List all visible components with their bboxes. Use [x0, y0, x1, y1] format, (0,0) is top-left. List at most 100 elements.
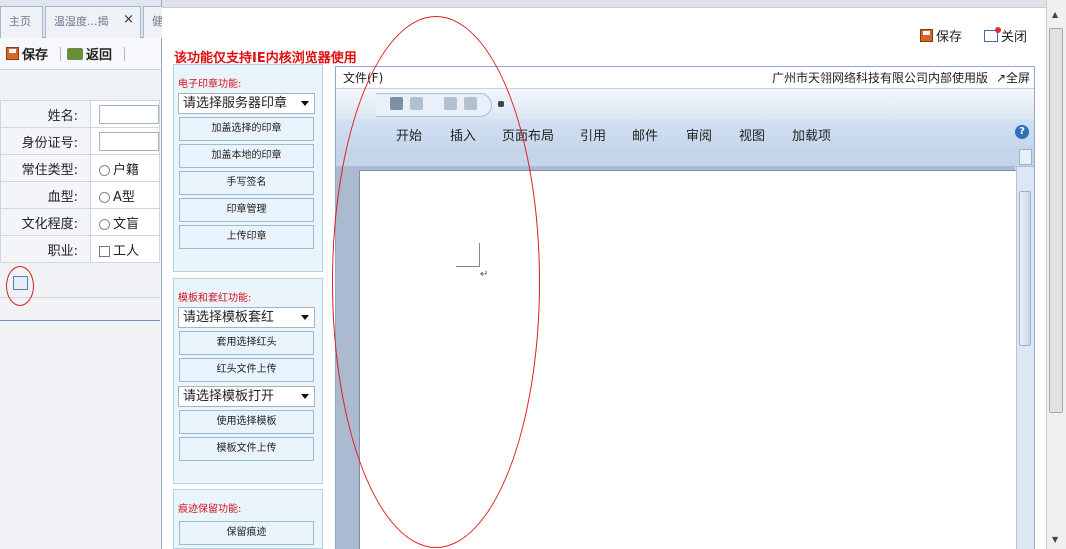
- save-label: 保存: [22, 48, 49, 63]
- seal-select[interactable]: 请选择服务器印章: [178, 93, 315, 114]
- dialog-close-label: 关闭: [1001, 30, 1028, 45]
- blood-label: 血型:: [0, 181, 91, 209]
- form-header-row: [0, 78, 160, 100]
- form-row-residence: 常住类型: 户籍: [0, 154, 160, 182]
- blood-value: A型: [90, 181, 160, 209]
- back-button[interactable]: 返回: [67, 44, 112, 63]
- help-icon[interactable]: ?: [1015, 125, 1029, 139]
- residence-value: 户籍: [90, 154, 160, 182]
- upload-redhead-button[interactable]: 红头文件上传: [179, 358, 314, 382]
- page-scroll-thumb[interactable]: [1049, 28, 1063, 413]
- background-page: 主页 温湿度...揭 × 健 保存 返回 姓名: 身份证号: 常住类型: 户籍 血…: [0, 0, 173, 549]
- word-editor: 文件(F) 广州市天翎网络科技有限公司内部使用版 ↗全屏 开始 插入 页面布局 …: [335, 66, 1035, 549]
- customize-qat-icon[interactable]: [498, 101, 504, 107]
- form-row-name: 姓名:: [0, 100, 160, 128]
- residence-label: 常住类型:: [0, 154, 91, 182]
- template-panel-title: 模板和套红功能:: [178, 293, 252, 304]
- seal-manage-button[interactable]: 印章管理: [179, 198, 314, 222]
- stamp-dialog: 保存 关闭 该功能仅支持IE内核浏览器使用 电子印章功能: 请选择服务器印章 加…: [162, 0, 1046, 549]
- close-icon: [984, 26, 1001, 42]
- occupation-option: 工人: [113, 243, 140, 259]
- person-form: 姓名: 身份证号: 常住类型: 户籍 血型: A型 文化程度: 文盲 职业: 工…: [0, 100, 160, 263]
- ribbon-tab-review[interactable]: 审阅: [686, 125, 712, 144]
- tab-humidity[interactable]: 温湿度...揭 ×: [45, 6, 141, 38]
- document-page[interactable]: ↵: [359, 170, 1019, 549]
- ribbon-tabs: 开始 插入 页面布局 引用 邮件 审阅 视图 加载项 ?: [336, 119, 1034, 147]
- scroll-up-arrow[interactable]: ▲: [1052, 10, 1058, 19]
- redo-icon[interactable]: [444, 97, 457, 110]
- company-label: 广州市天翎网络科技有限公司内部使用版: [772, 71, 989, 85]
- education-value: 文盲: [90, 208, 160, 236]
- tab-humidity-label: 温湿度...揭: [54, 15, 109, 28]
- dialog-close-button[interactable]: 关闭: [984, 26, 1027, 45]
- ribbon-tab-layout[interactable]: 页面布局: [502, 125, 554, 144]
- document-area: ↵: [336, 167, 1019, 549]
- name-input[interactable]: [99, 104, 159, 124]
- word-save-icon[interactable]: [390, 97, 403, 110]
- back-icon: [67, 47, 84, 60]
- handwrite-sign-button[interactable]: 手写签名: [179, 171, 314, 195]
- annotation-circle-small: [6, 266, 34, 306]
- view-ruler-icon[interactable]: [1019, 149, 1032, 165]
- form-row-occupation: 职业: 工人: [0, 235, 160, 263]
- education-option: 文盲: [113, 216, 140, 232]
- ribbon-tab-insert[interactable]: 插入: [450, 125, 476, 144]
- template-panel: 模板和套红功能: 请选择模板套红 套用选择红头 红头文件上传 请选择模板打开 使…: [173, 278, 323, 484]
- name-value: [90, 100, 160, 128]
- form-row-education: 文化程度: 文盲: [0, 208, 160, 236]
- ribbon-tab-view[interactable]: 视图: [739, 125, 765, 144]
- template-select[interactable]: 请选择模板打开: [178, 386, 315, 407]
- document-scroll-thumb[interactable]: [1019, 191, 1031, 346]
- ribbon-tab-addins[interactable]: 加载项: [792, 125, 831, 144]
- fullscreen-button[interactable]: ↗全屏: [996, 67, 1030, 89]
- dialog-save-button[interactable]: 保存: [920, 26, 962, 45]
- occupation-label: 职业:: [0, 235, 91, 263]
- blood-radio[interactable]: [99, 191, 110, 203]
- upload-seal-button[interactable]: 上传印章: [179, 225, 314, 249]
- apply-redhead-button[interactable]: 套用选择红头: [179, 331, 314, 355]
- trace-panel: 痕迹保留功能: 保留痕迹: [173, 489, 323, 549]
- save-icon: [6, 47, 19, 60]
- file-menu[interactable]: 文件(F): [343, 67, 383, 89]
- scroll-down-arrow[interactable]: ▼: [1052, 535, 1058, 544]
- ribbon-tab-home[interactable]: 开始: [396, 125, 422, 144]
- use-template-button[interactable]: 使用选择模板: [179, 410, 314, 434]
- save-button[interactable]: 保存: [6, 44, 48, 63]
- ribbon-body: [336, 147, 1034, 167]
- tab-home[interactable]: 主页: [0, 6, 43, 38]
- page-toolbar: 保存 返回: [0, 38, 161, 70]
- idcard-input[interactable]: [99, 131, 159, 151]
- idcard-label: 身份证号:: [0, 127, 91, 155]
- ribbon-tab-references[interactable]: 引用: [580, 125, 606, 144]
- margin-corner-mark: [456, 243, 480, 267]
- dialog-titlebar: [162, 0, 1046, 8]
- document-scrollbar[interactable]: [1016, 167, 1034, 549]
- tab-home-label: 主页: [9, 15, 31, 28]
- word-menubar: 文件(F) 广州市天翎网络科技有限公司内部使用版 ↗全屏: [336, 67, 1034, 89]
- residence-option: 户籍: [113, 162, 140, 178]
- occupation-value: 工人: [90, 235, 160, 263]
- page-scrollbar[interactable]: ▲ ▼: [1046, 0, 1066, 549]
- form-row-idcard: 身份证号:: [0, 127, 160, 155]
- dialog-save-label: 保存: [936, 30, 963, 45]
- undo-icon[interactable]: [410, 97, 423, 110]
- idcard-value: [90, 127, 160, 155]
- tab-close-icon[interactable]: ×: [123, 5, 134, 35]
- education-radio[interactable]: [99, 218, 110, 230]
- apply-local-seal-button[interactable]: 加盖本地的印章: [179, 144, 314, 168]
- residence-radio[interactable]: [99, 164, 110, 176]
- ribbon-tab-mailings[interactable]: 邮件: [632, 125, 658, 144]
- tab-bar: 主页 温湿度...揭 × 健: [0, 0, 173, 38]
- apply-selected-seal-button[interactable]: 加盖选择的印章: [179, 117, 314, 141]
- redhead-select[interactable]: 请选择模板套红: [178, 307, 315, 328]
- keep-trace-button[interactable]: 保留痕迹: [179, 521, 314, 545]
- back-label: 返回: [86, 48, 113, 63]
- paragraph-mark: ↵: [480, 269, 489, 280]
- blood-option: A型: [113, 189, 135, 205]
- toolbar-divider: [60, 46, 62, 61]
- education-label: 文化程度:: [0, 208, 91, 236]
- open-icon[interactable]: [464, 97, 477, 110]
- seal-panel-title: 电子印章功能:: [178, 79, 242, 90]
- occupation-checkbox[interactable]: [99, 245, 110, 257]
- upload-template-button[interactable]: 模板文件上传: [179, 437, 314, 461]
